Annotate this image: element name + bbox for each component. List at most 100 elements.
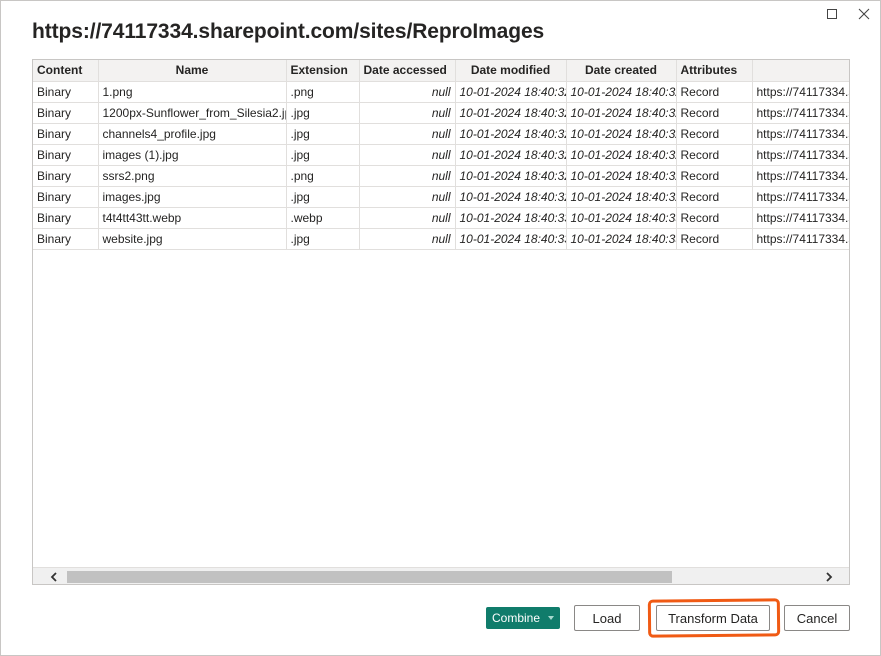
cell-content: Binary (33, 102, 99, 124)
cell-extension: .jpg (286, 123, 360, 145)
close-icon (858, 8, 870, 20)
load-button[interactable]: Load (574, 605, 640, 631)
maximize-button[interactable] (819, 3, 845, 25)
cell-date-modified: 10-01-2024 18:40:32 (455, 165, 567, 187)
dialog-title: https://74117334.sharepoint.com/sites/Re… (32, 20, 545, 43)
cell-attributes: Record (676, 81, 753, 103)
column-header-content[interactable]: Content (33, 60, 99, 82)
table-row[interactable]: Binary channels4_profile.jpg .jpg null 1… (33, 123, 849, 145)
cell-folder-path: https://74117334.s (752, 165, 849, 187)
horizontal-scrollbar[interactable] (33, 567, 849, 584)
cell-extension: .jpg (286, 186, 360, 208)
cell-folder-path: https://74117334.s (752, 81, 849, 103)
cell-name: 1200px-Sunflower_from_Silesia2.jpg (98, 102, 287, 124)
cell-name: channels4_profile.jpg (98, 123, 287, 145)
cell-date-modified: 10-01-2024 18:40:32 (455, 186, 567, 208)
table-row[interactable]: Binary 1.png .png null 10-01-2024 18:40:… (33, 81, 849, 103)
cell-extension: .webp (286, 207, 360, 229)
grid-viewport[interactable]: Content Name Extension Date accessed Dat… (33, 60, 849, 567)
cell-extension: .png (286, 81, 360, 103)
cell-date-accessed: null (359, 123, 456, 145)
cell-attributes: Record (676, 228, 753, 250)
cell-date-created: 10-01-2024 18:40:33 (566, 207, 677, 229)
files-table: Content Name Extension Date accessed Dat… (33, 60, 849, 250)
cell-name: ssrs2.png (98, 165, 287, 187)
table-row[interactable]: Binary t4t4tt43tt.webp .webp null 10-01-… (33, 207, 849, 229)
cell-content: Binary (33, 228, 99, 250)
maximize-icon (827, 9, 837, 19)
cell-date-created: 10-01-2024 18:40:32 (566, 165, 677, 187)
cell-attributes: Record (676, 186, 753, 208)
cell-date-modified: 10-01-2024 18:40:33 (455, 207, 567, 229)
table-header-row: Content Name Extension Date accessed Dat… (33, 60, 849, 82)
cell-date-modified: 10-01-2024 18:40:32 (455, 123, 567, 145)
cell-date-accessed: null (359, 102, 456, 124)
close-button[interactable] (851, 3, 877, 25)
cell-date-modified: 10-01-2024 18:40:32 (455, 102, 567, 124)
cell-date-accessed: null (359, 228, 456, 250)
cell-attributes: Record (676, 207, 753, 229)
cell-extension: .jpg (286, 228, 360, 250)
cell-folder-path: https://74117334.s (752, 102, 849, 124)
cancel-button[interactable]: Cancel (784, 605, 850, 631)
cell-date-created: 10-01-2024 18:40:32 (566, 102, 677, 124)
cell-folder-path: https://74117334.s (752, 123, 849, 145)
cell-content: Binary (33, 123, 99, 145)
cell-attributes: Record (676, 123, 753, 145)
cell-name: 1.png (98, 81, 287, 103)
cell-extension: .jpg (286, 102, 360, 124)
cell-date-accessed: null (359, 207, 456, 229)
scroll-left-button[interactable] (45, 568, 62, 584)
cell-date-accessed: null (359, 81, 456, 103)
cell-content: Binary (33, 144, 99, 166)
data-preview-grid: Content Name Extension Date accessed Dat… (32, 59, 850, 585)
column-header-date-modified[interactable]: Date modified (455, 60, 567, 82)
cell-name: t4t4tt43tt.webp (98, 207, 287, 229)
cell-folder-path: https://74117334.s (752, 228, 849, 250)
cell-folder-path: https://74117334.s (752, 186, 849, 208)
chevron-left-icon (50, 571, 57, 582)
cell-folder-path: https://74117334.s (752, 144, 849, 166)
table-row[interactable]: Binary images (1).jpg .jpg null 10-01-20… (33, 144, 849, 166)
scroll-right-button[interactable] (820, 568, 837, 584)
combine-button[interactable]: Combine (486, 607, 560, 629)
cell-folder-path: https://74117334.s (752, 207, 849, 229)
cell-extension: .png (286, 165, 360, 187)
column-header-folder-path[interactable] (752, 60, 849, 82)
cell-date-accessed: null (359, 144, 456, 166)
column-header-name[interactable]: Name (98, 60, 287, 82)
cell-date-accessed: null (359, 165, 456, 187)
column-header-extension[interactable]: Extension (286, 60, 360, 82)
cell-date-modified: 10-01-2024 18:40:32 (455, 144, 567, 166)
cell-date-created: 10-01-2024 18:40:32 (566, 186, 677, 208)
table-row[interactable]: Binary images.jpg .jpg null 10-01-2024 1… (33, 186, 849, 208)
column-header-date-accessed[interactable]: Date accessed (359, 60, 456, 82)
cell-date-created: 10-01-2024 18:40:32 (566, 144, 677, 166)
cell-content: Binary (33, 81, 99, 103)
chevron-right-icon (825, 571, 832, 582)
cell-name: website.jpg (98, 228, 287, 250)
table-row[interactable]: Binary ssrs2.png .png null 10-01-2024 18… (33, 165, 849, 187)
column-header-date-created[interactable]: Date created (566, 60, 677, 82)
cell-date-created: 10-01-2024 18:40:32 (566, 123, 677, 145)
cell-name: images.jpg (98, 186, 287, 208)
scrollbar-thumb[interactable] (67, 571, 672, 583)
cell-date-accessed: null (359, 186, 456, 208)
combine-label: Combine (491, 611, 541, 625)
cell-name: images (1).jpg (98, 144, 287, 166)
cell-extension: .jpg (286, 144, 360, 166)
cell-content: Binary (33, 207, 99, 229)
cell-attributes: Record (676, 102, 753, 124)
chevron-down-icon (548, 616, 555, 620)
cell-date-modified: 10-01-2024 18:40:32 (455, 81, 567, 103)
cell-attributes: Record (676, 144, 753, 166)
cell-attributes: Record (676, 165, 753, 187)
navigator-dialog: https://74117334.sharepoint.com/sites/Re… (0, 0, 881, 656)
table-row[interactable]: Binary website.jpg .jpg null 10-01-2024 … (33, 228, 849, 250)
cell-content: Binary (33, 186, 99, 208)
column-header-attributes[interactable]: Attributes (676, 60, 753, 82)
cell-date-created: 10-01-2024 18:40:32 (566, 81, 677, 103)
transform-data-button[interactable]: Transform Data (656, 605, 770, 631)
table-row[interactable]: Binary 1200px-Sunflower_from_Silesia2.jp… (33, 102, 849, 124)
cell-date-modified: 10-01-2024 18:40:33 (455, 228, 567, 250)
